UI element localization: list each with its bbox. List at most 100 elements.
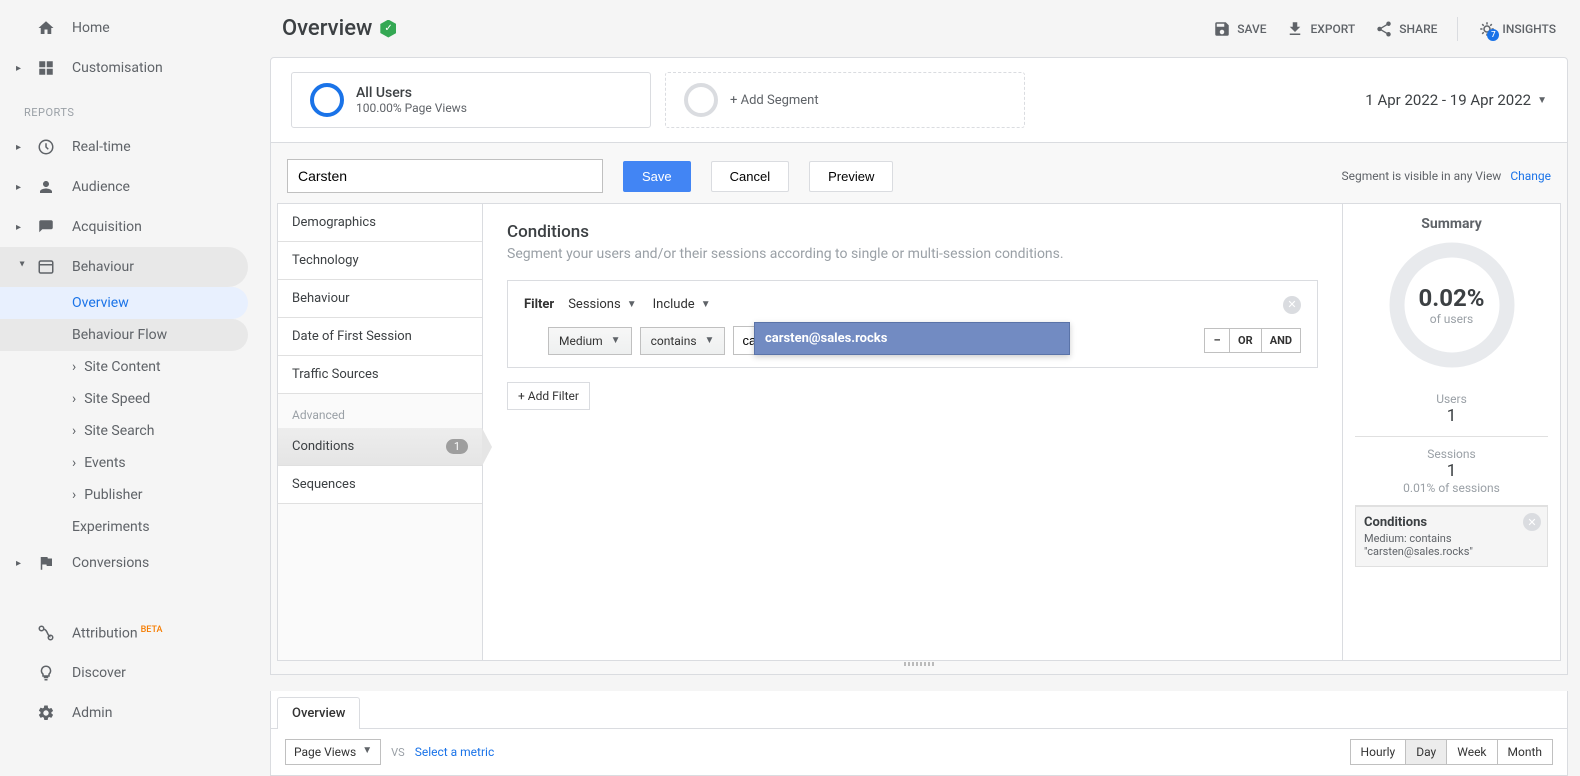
or-button[interactable]: OR bbox=[1229, 328, 1262, 353]
filter-label: Filter bbox=[524, 297, 554, 312]
customisation-icon bbox=[36, 58, 56, 78]
nav-experiments[interactable]: Experiments bbox=[0, 511, 258, 543]
granularity-hourly[interactable]: Hourly bbox=[1350, 739, 1407, 765]
granularity-month[interactable]: Month bbox=[1497, 739, 1553, 765]
export-icon bbox=[1286, 20, 1304, 38]
and-button[interactable]: AND bbox=[1261, 328, 1301, 353]
chevron-down-icon: ▼ bbox=[701, 299, 711, 310]
person-icon bbox=[36, 177, 56, 197]
scope-dropdown[interactable]: Sessions ▼ bbox=[566, 293, 638, 316]
visibility-note: Segment is visible in any View Change bbox=[1341, 169, 1551, 183]
nav-behaviour-flow[interactable]: Behaviour Flow bbox=[0, 319, 248, 351]
conditions-summary-card: ✕ Conditions Medium: contains "carsten@s… bbox=[1355, 506, 1548, 567]
nav-behaviour[interactable]: ▸ Behaviour bbox=[0, 247, 248, 287]
metric-dropdown[interactable]: Page Views ▼ bbox=[285, 739, 381, 765]
page-title: Overview bbox=[282, 16, 396, 41]
conditions-title: Conditions bbox=[507, 222, 1318, 242]
autocomplete-suggestion[interactable]: carsten@sales.rocks bbox=[754, 322, 1070, 355]
nav-discover[interactable]: Discover bbox=[0, 653, 258, 693]
behaviour-icon bbox=[36, 257, 56, 277]
chevron-down-icon: ▼ bbox=[362, 745, 372, 759]
nav-conversions[interactable]: ▸ Conversions bbox=[0, 543, 258, 583]
remove-condition-button[interactable]: – bbox=[1204, 328, 1230, 353]
nav-realtime[interactable]: ▸ Real-time bbox=[0, 127, 258, 167]
chevron-down-icon: ▼ bbox=[705, 335, 715, 346]
granularity-day[interactable]: Day bbox=[1405, 739, 1447, 765]
operator-dropdown[interactable]: contains ▼ bbox=[640, 327, 726, 355]
nav-site-search[interactable]: Site Search bbox=[0, 415, 258, 447]
nav-acquisition[interactable]: ▸ Acquisition bbox=[0, 207, 258, 247]
stat-users: Users 1 bbox=[1355, 382, 1548, 437]
summary-title: Summary bbox=[1355, 216, 1548, 232]
nav-customisation-label: Customisation bbox=[72, 60, 163, 76]
editor-tab-technology[interactable]: Technology bbox=[278, 242, 482, 280]
save-icon bbox=[1213, 20, 1231, 38]
editor-tab-sequences[interactable]: Sequences bbox=[278, 466, 482, 504]
nav-admin[interactable]: Admin bbox=[0, 693, 258, 733]
editor-tab-demographics[interactable]: Demographics bbox=[278, 204, 482, 242]
segment-editor: Save Cancel Preview Segment is visible i… bbox=[270, 143, 1568, 675]
nav-behaviour-overview[interactable]: Overview bbox=[0, 287, 248, 319]
report-tabs: Overview bbox=[270, 691, 1568, 729]
nav-audience[interactable]: ▸ Audience bbox=[0, 167, 258, 207]
save-button[interactable]: Save bbox=[623, 161, 691, 192]
header-export-button[interactable]: EXPORT bbox=[1286, 20, 1355, 38]
tab-overview[interactable]: Overview bbox=[277, 697, 360, 729]
add-filter-button[interactable]: + Add Filter bbox=[507, 382, 590, 410]
remove-filter-button[interactable]: ✕ bbox=[1283, 296, 1301, 314]
granularity-week[interactable]: Week bbox=[1446, 739, 1497, 765]
editor-main: Conditions Segment your users and/or the… bbox=[483, 204, 1342, 660]
chart-controls: Page Views ▼ VS Select a metric Hourly D… bbox=[270, 729, 1568, 776]
nav-realtime-label: Real-time bbox=[72, 139, 131, 155]
header-insights-button[interactable]: 7 INSIGHTS bbox=[1478, 20, 1556, 38]
chevron-down-icon: ▼ bbox=[1537, 95, 1547, 106]
editor-tab-first-session[interactable]: Date of First Session bbox=[278, 318, 482, 356]
main-content: Overview SAVE EXPORT SHARE bbox=[258, 0, 1580, 776]
header-share-button[interactable]: SHARE bbox=[1375, 20, 1437, 38]
preview-button[interactable]: Preview bbox=[809, 161, 893, 192]
nav-attribution[interactable]: AttributionBETA bbox=[0, 613, 258, 653]
editor-tab-traffic[interactable]: Traffic Sources bbox=[278, 356, 482, 394]
segment-sublabel: 100.00% Page Views bbox=[356, 101, 467, 115]
dimension-dropdown[interactable]: Medium ▼ bbox=[548, 327, 632, 355]
share-icon bbox=[1375, 20, 1393, 38]
cancel-button[interactable]: Cancel bbox=[711, 161, 789, 192]
nav-customisation[interactable]: ▸ Customisation bbox=[0, 48, 258, 88]
change-visibility-link[interactable]: Change bbox=[1510, 169, 1551, 183]
nav-site-content[interactable]: Site Content bbox=[0, 351, 258, 383]
segment-all-users[interactable]: All Users 100.00% Page Views bbox=[291, 72, 651, 128]
include-dropdown[interactable]: Include ▼ bbox=[651, 293, 713, 316]
gear-icon bbox=[36, 703, 56, 723]
nav-events[interactable]: Events bbox=[0, 447, 258, 479]
nav-publisher[interactable]: Publisher bbox=[0, 479, 258, 511]
nav-attribution-label: AttributionBETA bbox=[72, 625, 163, 642]
select-metric-link[interactable]: Select a metric bbox=[415, 745, 495, 759]
reports-section-label: REPORTS bbox=[0, 88, 258, 127]
page-header: Overview SAVE EXPORT SHARE bbox=[258, 0, 1580, 57]
segment-bar: All Users 100.00% Page Views + Add Segme… bbox=[270, 57, 1568, 143]
remove-summary-button[interactable]: ✕ bbox=[1523, 513, 1541, 531]
drag-handle[interactable] bbox=[277, 660, 1561, 668]
nav-behaviour-label: Behaviour bbox=[72, 259, 134, 275]
header-divider bbox=[1457, 17, 1458, 41]
summary-panel: Summary 0.02% of users Users 1 bbox=[1342, 204, 1560, 660]
stat-sessions: Sessions 1 0.01% of sessions bbox=[1355, 437, 1548, 506]
nav-home[interactable]: Home bbox=[0, 8, 258, 48]
header-save-button[interactable]: SAVE bbox=[1213, 20, 1266, 38]
nav-admin-label: Admin bbox=[72, 705, 112, 721]
editor-tab-conditions[interactable]: Conditions 1 bbox=[278, 428, 482, 466]
donut-sublabel: of users bbox=[1430, 312, 1473, 326]
chevron-down-icon: ▼ bbox=[627, 299, 637, 310]
nav-site-speed[interactable]: Site Speed bbox=[0, 383, 258, 415]
segment-name-input[interactable] bbox=[287, 159, 603, 193]
insights-count-badge: 7 bbox=[1487, 29, 1499, 41]
conditions-count-badge: 1 bbox=[446, 439, 468, 454]
editor-tab-behaviour[interactable]: Behaviour bbox=[278, 280, 482, 318]
left-nav: Home ▸ Customisation REPORTS ▸ Real-time… bbox=[0, 0, 258, 776]
donut-percentage: 0.02% bbox=[1418, 284, 1484, 312]
add-segment-button[interactable]: + Add Segment bbox=[665, 72, 1025, 128]
date-range-picker[interactable]: 1 Apr 2022 - 19 Apr 2022 ▼ bbox=[1365, 91, 1547, 109]
nav-discover-label: Discover bbox=[72, 665, 126, 681]
lightbulb-icon bbox=[36, 663, 56, 683]
nav-conversions-label: Conversions bbox=[72, 555, 149, 571]
